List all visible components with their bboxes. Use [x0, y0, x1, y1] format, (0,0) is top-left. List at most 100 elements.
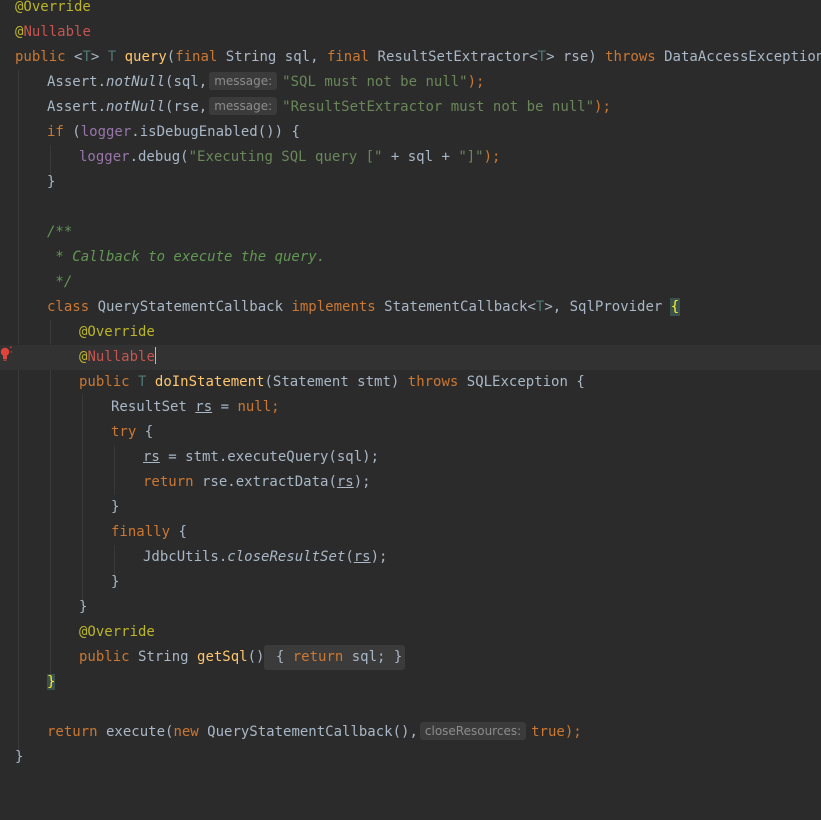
code-text: Assert. — [47, 74, 107, 90]
code-text: QueryStatementCallback — [89, 299, 292, 315]
code-text: .isDebugEnabled()) { — [131, 124, 300, 140]
annotation-token: @Nullable — [79, 349, 155, 365]
code-text: < — [65, 49, 83, 65]
code-line[interactable]: class QueryStatementCallback implements … — [0, 295, 821, 320]
code-line[interactable]: Assert.notNull(rse, message: "ResultSetExt… — [0, 95, 821, 120]
keyword-token: finally — [111, 524, 171, 540]
code-text: DataAccessException { — [664, 49, 821, 65]
code-text: (Statement stmt) — [264, 374, 408, 390]
code-text: ); — [483, 149, 501, 165]
method-name-token: doInStatement — [154, 374, 265, 390]
code-line[interactable]: public <T> T query(final String sql, fin… — [0, 45, 821, 70]
code-line[interactable]: @Nullable — [0, 20, 821, 45]
doc-comment: /** — [47, 224, 73, 240]
annotation-token: @Override — [79, 624, 155, 640]
matched-brace: } — [47, 674, 56, 690]
code-text: = — [212, 399, 238, 415]
code-text: ); — [594, 99, 611, 115]
code-text: { — [136, 424, 154, 440]
keyword-token: null — [237, 399, 272, 415]
folded-method-body[interactable]: { return sql; } — [264, 645, 406, 670]
code-text: > rse) — [546, 49, 606, 65]
code-text: SQLException { — [458, 374, 585, 390]
string-token: "SQL must not be null" — [282, 74, 468, 90]
field-token: logger — [80, 124, 132, 140]
code-text: = stmt.executeQuery(sql); — [159, 449, 380, 465]
code-text: { — [170, 524, 187, 540]
code-line[interactable]: @Override — [0, 620, 821, 645]
code-line[interactable]: return rse.extractData(rs); — [0, 470, 821, 495]
keyword-token: final — [175, 49, 218, 65]
code-text: String — [129, 649, 198, 665]
code-text: } — [47, 174, 56, 190]
type-param-token: T — [107, 49, 117, 65]
text-caret — [154, 347, 156, 364]
code-line[interactable]: } — [0, 670, 821, 695]
code-line[interactable]: @Override — [0, 320, 821, 345]
code-text: rse.extractData( — [193, 474, 337, 490]
doc-comment: */ — [47, 274, 73, 290]
code-text: > — [90, 49, 108, 65]
string-token: "Executing SQL query [" — [188, 149, 383, 165]
code-text: } — [15, 749, 24, 765]
code-text: QueryStatementCallback(), — [198, 724, 418, 740]
code-text: (sql, — [165, 74, 208, 90]
code-line[interactable]: ResultSet rs = null; — [0, 395, 821, 420]
code-line[interactable]: try { — [0, 420, 821, 445]
annotation-token: @Nullable — [15, 24, 91, 40]
code-line[interactable]: * Callback to execute the query. — [0, 245, 821, 270]
code-line[interactable]: } — [0, 170, 821, 195]
code-line[interactable]: public T doInStatement(Statement stmt) t… — [0, 370, 821, 395]
code-text: >, SqlProvider — [544, 299, 671, 315]
code-line[interactable]: Assert.notNull(sql, message: "SQL must not… — [0, 70, 821, 95]
code-text: ); — [353, 474, 371, 490]
code-text: String sql, — [217, 49, 327, 65]
code-line[interactable]: } — [0, 595, 821, 620]
code-line[interactable]: } — [0, 570, 821, 595]
method-call-token: closeResultSet — [227, 549, 346, 565]
code-line[interactable]: /** — [0, 220, 821, 245]
matched-brace: { — [669, 298, 681, 316]
code-line[interactable]: JdbcUtils.closeResultSet(rs); — [0, 545, 821, 570]
code-line[interactable]: finally { — [0, 520, 821, 545]
keyword-token: throws — [407, 374, 459, 390]
code-line[interactable]: } — [0, 495, 821, 520]
code-line[interactable]: public String getSql() { return sql; } — [0, 645, 821, 670]
keyword-token: return — [143, 474, 194, 490]
code-line[interactable]: logger.debug("Executing SQL query [" + s… — [0, 145, 821, 170]
code-line[interactable]: if (logger.isDebugEnabled()) { — [0, 120, 821, 145]
code-text: (rse, — [165, 99, 208, 115]
code-line[interactable]: @Override — [0, 0, 821, 20]
code-text: JdbcUtils. — [143, 549, 228, 565]
code-text: + sql + — [382, 149, 459, 165]
code-text: execute( — [97, 724, 174, 740]
code-text: .debug( — [129, 149, 189, 165]
keyword-token: public — [15, 49, 66, 65]
code-text: } — [79, 599, 88, 615]
keyword-token: true — [531, 724, 565, 740]
code-line[interactable]: rs = stmt.executeQuery(sql); — [0, 445, 821, 470]
variable-token: rs — [143, 449, 160, 465]
parameter-hint: closeResources: — [419, 722, 527, 740]
method-name-token: query — [124, 49, 167, 65]
code-line[interactable]: } — [0, 745, 821, 770]
code-text: ResultSetExtractor< — [369, 49, 538, 65]
code-text: ( — [63, 124, 81, 140]
code-text: ( — [345, 549, 354, 565]
code-line[interactable]: return execute(new QueryStatementCallbac… — [0, 720, 821, 745]
keyword-token: new — [173, 724, 199, 740]
current-code-line[interactable]: @Nullable — [0, 345, 821, 370]
type-param-token: T — [537, 49, 547, 65]
variable-token: rs — [353, 549, 371, 565]
method-call-token: notNull — [106, 74, 166, 90]
code-editor[interactable]: @Override @Nullable public <T> T query(f… — [0, 0, 821, 787]
code-text: ); — [467, 74, 485, 90]
keyword-token: try — [111, 424, 137, 440]
lightbulb-error-icon[interactable] — [0, 346, 12, 362]
code-text: ); — [564, 724, 582, 740]
code-text: ; — [271, 399, 280, 415]
code-line[interactable]: */ — [0, 270, 821, 295]
